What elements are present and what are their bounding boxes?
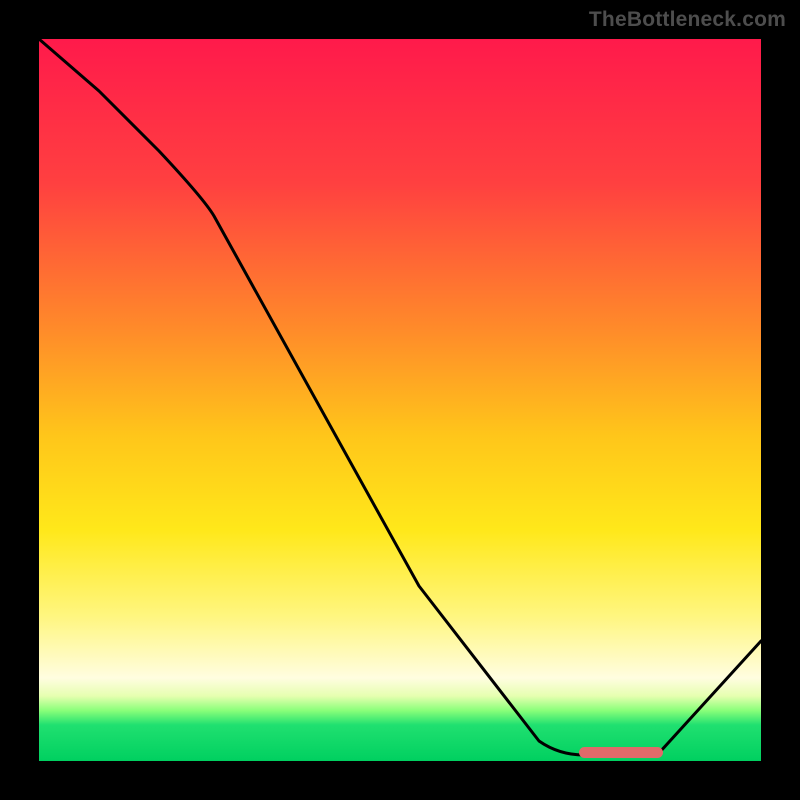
optimal-range-marker — [579, 747, 663, 758]
watermark-text: TheBottleneck.com — [589, 8, 786, 32]
curve-path — [39, 39, 761, 755]
chart-frame: TheBottleneck.com — [0, 0, 800, 800]
plot-area — [39, 39, 761, 761]
bottleneck-curve — [39, 39, 761, 761]
